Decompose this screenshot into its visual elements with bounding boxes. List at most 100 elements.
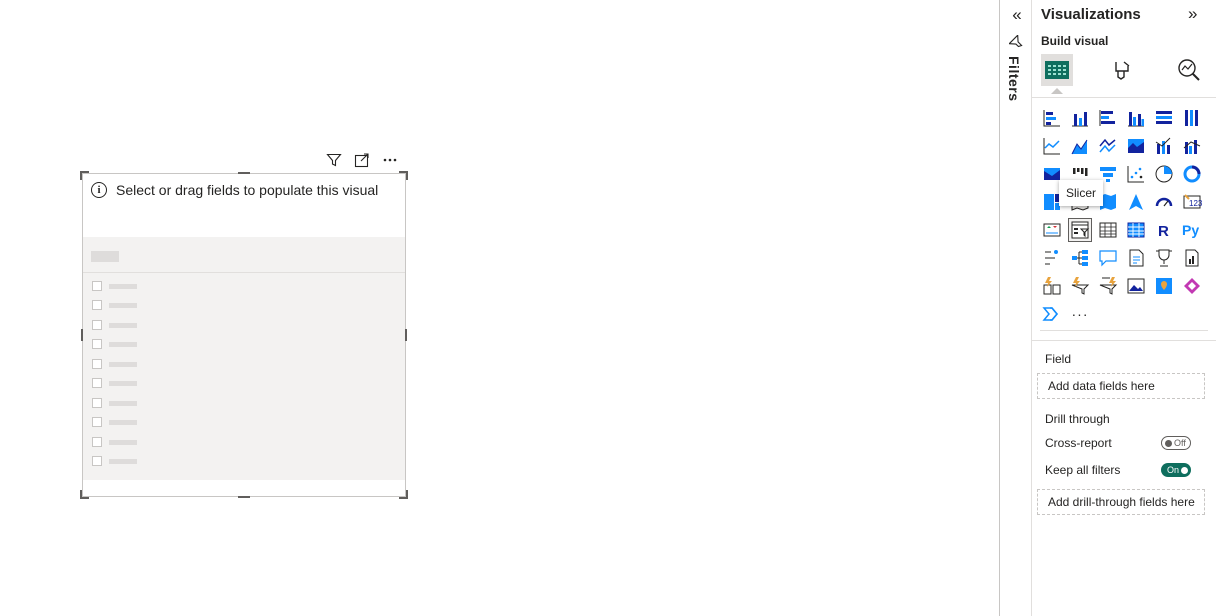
placeholder-list-item bbox=[92, 378, 137, 388]
resize-handle-top-right[interactable] bbox=[399, 171, 408, 180]
resize-handle-bottom-right[interactable] bbox=[399, 490, 408, 499]
decomposition-tree-icon[interactable] bbox=[1068, 246, 1092, 270]
active-tab-indicator bbox=[1051, 88, 1063, 94]
power-apps-icon[interactable] bbox=[1040, 274, 1064, 298]
slicer-tooltip: Slicer bbox=[1059, 180, 1103, 206]
collapse-left-icon[interactable]: « bbox=[1008, 6, 1026, 24]
r-visual-icon[interactable]: R bbox=[1152, 218, 1176, 242]
gallery-divider bbox=[1040, 330, 1208, 331]
line-chart-icon[interactable] bbox=[1040, 134, 1064, 158]
smart-narrative-icon[interactable] bbox=[1124, 246, 1148, 270]
analytics-tab[interactable] bbox=[1173, 54, 1205, 86]
table-icon[interactable] bbox=[1096, 218, 1120, 242]
pane-divider bbox=[1032, 97, 1216, 98]
arcgis-map-icon[interactable] bbox=[1152, 274, 1176, 298]
checkbox-icon bbox=[92, 437, 102, 447]
format-visual-tab[interactable] bbox=[1107, 54, 1139, 86]
placeholder-list-item bbox=[92, 417, 137, 427]
checkbox-icon bbox=[92, 417, 102, 427]
100-stacked-bar-chart-icon[interactable] bbox=[1152, 106, 1176, 130]
placeholder-bar bbox=[109, 439, 137, 445]
info-icon: i bbox=[91, 182, 107, 198]
keep-filters-toggle[interactable]: On bbox=[1161, 463, 1191, 477]
svg-text:R: R bbox=[1158, 223, 1169, 240]
placeholder-bar bbox=[109, 283, 137, 289]
keep-filters-row: Keep all filters On bbox=[1045, 463, 1191, 477]
more-options-icon[interactable] bbox=[382, 152, 398, 168]
power-automate-icon[interactable] bbox=[1068, 274, 1092, 298]
cross-report-toggle[interactable]: Off bbox=[1161, 436, 1191, 450]
visual-header bbox=[326, 151, 398, 169]
wells-divider bbox=[1032, 340, 1216, 341]
pie-chart-icon[interactable] bbox=[1152, 162, 1176, 186]
donut-chart-icon[interactable] bbox=[1180, 162, 1204, 186]
gauge-icon[interactable] bbox=[1152, 190, 1176, 214]
card-icon[interactable]: 123 bbox=[1180, 190, 1204, 214]
filters-rail[interactable]: « Filters bbox=[999, 0, 1032, 616]
checkbox-icon bbox=[92, 339, 102, 349]
filter-icon[interactable] bbox=[326, 152, 342, 168]
checkbox-icon bbox=[92, 300, 102, 310]
resize-handle-top-left[interactable] bbox=[80, 171, 89, 180]
placeholder-divider bbox=[83, 272, 405, 273]
toggle-state: On bbox=[1166, 465, 1179, 475]
chevron-visual-icon[interactable] bbox=[1040, 302, 1064, 326]
placeholder-list-item bbox=[92, 398, 137, 408]
narrative-icon[interactable] bbox=[1096, 274, 1120, 298]
keep-filters-label: Keep all filters bbox=[1045, 463, 1121, 477]
power-apps-visual-icon[interactable] bbox=[1180, 274, 1204, 298]
analytics-magnifier-icon bbox=[1178, 59, 1200, 81]
drill-through-well[interactable]: Add drill-through fields here bbox=[1037, 489, 1205, 515]
more-visuals-icon[interactable]: ··· bbox=[1068, 302, 1092, 326]
image-icon[interactable] bbox=[1124, 274, 1148, 298]
drill-through-label: Drill through bbox=[1045, 412, 1110, 426]
azure-map-icon[interactable] bbox=[1124, 190, 1148, 214]
field-well[interactable]: Add data fields here bbox=[1037, 373, 1205, 399]
build-visual-icon bbox=[1045, 61, 1069, 79]
placeholder-list-item bbox=[92, 359, 137, 369]
filter-icon bbox=[1007, 33, 1025, 51]
key-influencers-icon[interactable] bbox=[1040, 246, 1064, 270]
goals-icon[interactable] bbox=[1152, 246, 1176, 270]
100-stacked-area-chart-icon[interactable] bbox=[1124, 134, 1148, 158]
placeholder-bar bbox=[109, 322, 137, 328]
placeholder-list-item bbox=[92, 300, 137, 310]
resize-handle-top[interactable] bbox=[238, 172, 250, 174]
placeholder-bar bbox=[109, 400, 137, 406]
focus-mode-icon[interactable] bbox=[354, 152, 370, 168]
qa-icon[interactable] bbox=[1096, 246, 1120, 270]
stacked-area-chart-icon[interactable] bbox=[1096, 134, 1120, 158]
paginated-report-icon[interactable] bbox=[1180, 246, 1204, 270]
placeholder-list-item bbox=[92, 281, 137, 291]
area-chart-icon[interactable] bbox=[1068, 134, 1092, 158]
matrix-icon[interactable] bbox=[1124, 218, 1148, 242]
python-visual-icon[interactable]: Py bbox=[1180, 218, 1204, 242]
placeholder-bar bbox=[109, 380, 137, 386]
checkbox-icon bbox=[92, 378, 102, 388]
kpi-icon[interactable] bbox=[1040, 218, 1064, 242]
filters-label[interactable]: Filters bbox=[1006, 56, 1022, 102]
report-canvas[interactable]: i Select or drag fields to populate this… bbox=[0, 0, 999, 616]
slicer-visual[interactable]: i Select or drag fields to populate this… bbox=[80, 171, 408, 499]
cross-report-label: Cross-report bbox=[1045, 436, 1112, 450]
line-and-stacked-column-chart-icon[interactable] bbox=[1152, 134, 1176, 158]
stacked-bar-chart-icon[interactable] bbox=[1040, 106, 1064, 130]
svg-text:123: 123 bbox=[1189, 199, 1202, 208]
placeholder-list-item bbox=[92, 437, 137, 447]
100-stacked-column-chart-icon[interactable] bbox=[1180, 106, 1204, 130]
resize-handle-right[interactable] bbox=[405, 329, 407, 341]
resize-handle-bottom-left[interactable] bbox=[80, 490, 89, 499]
placeholder-list-item bbox=[92, 320, 137, 330]
stacked-column-chart-icon[interactable] bbox=[1068, 106, 1092, 130]
resize-handle-bottom[interactable] bbox=[238, 496, 250, 498]
scatter-chart-icon[interactable] bbox=[1124, 162, 1148, 186]
checkbox-icon bbox=[92, 456, 102, 466]
clustered-column-chart-icon[interactable] bbox=[1124, 106, 1148, 130]
slicer-icon[interactable] bbox=[1068, 218, 1092, 242]
toggle-knob bbox=[1181, 466, 1188, 474]
line-and-clustered-column-chart-icon[interactable] bbox=[1180, 134, 1204, 158]
build-visual-tab[interactable] bbox=[1041, 54, 1073, 86]
clustered-bar-chart-icon[interactable] bbox=[1096, 106, 1120, 130]
collapse-right-icon[interactable]: » bbox=[1188, 5, 1197, 23]
visualizations-title: Visualizations bbox=[1041, 6, 1141, 23]
